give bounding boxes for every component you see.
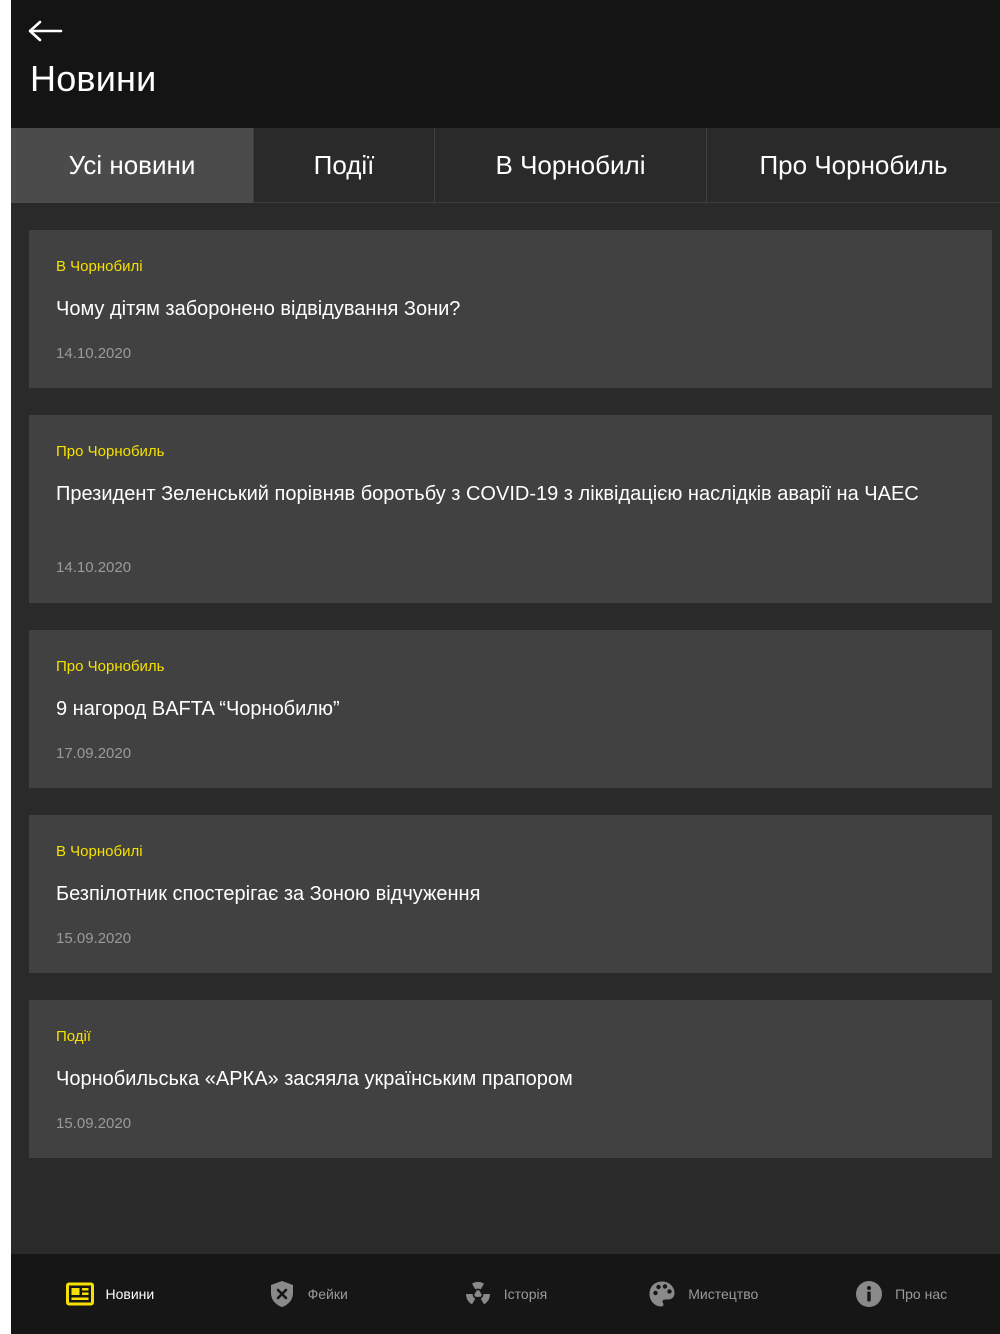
newspaper-icon: [65, 1280, 94, 1308]
news-date: 14.10.2020: [56, 559, 132, 576]
back-button[interactable]: [25, 14, 65, 48]
page-title: Новини: [30, 58, 157, 99]
news-date: 15.09.2020: [56, 1115, 132, 1132]
nav-label: Про нас: [895, 1286, 948, 1302]
nav-label: Мистецтво: [688, 1286, 759, 1302]
bottom-nav: Новини Фейки Історія Мистецтво Про нас: [11, 1254, 1000, 1334]
news-card[interactable]: В Чорнобилі Чому дітям заборонено відвід…: [29, 230, 992, 388]
tab-about-chornobyl[interactable]: Про Чорнобиль: [707, 128, 1000, 203]
news-card[interactable]: Про Чорнобиль 9 нагород BAFTA “Чорнобилю…: [29, 630, 992, 788]
news-category: В Чорнобилі: [56, 258, 143, 275]
tab-label: Про Чорнобиль: [759, 150, 948, 180]
nav-label: Історія: [503, 1286, 548, 1302]
news-category: Про Чорнобиль: [56, 443, 165, 460]
nav-item-art[interactable]: Мистецтво: [604, 1254, 802, 1334]
news-date: 17.09.2020: [56, 745, 132, 762]
news-card[interactable]: Про Чорнобиль Президент Зеленський порів…: [29, 415, 992, 603]
news-date: 14.10.2020: [56, 345, 132, 362]
news-category: Події: [56, 1028, 92, 1045]
news-title: Президент Зеленський порівняв боротьбу з…: [56, 483, 919, 505]
news-date: 15.09.2020: [56, 930, 132, 947]
nav-item-fakes[interactable]: Фейки: [209, 1254, 407, 1334]
tab-bar: Усі новини Події В Чорнобилі Про Чорноби…: [11, 128, 1000, 203]
tab-label: В Чорнобилі: [495, 150, 646, 180]
news-title: Чому дітям заборонено відвідування Зони?: [56, 298, 461, 320]
tab-in-chornobyl[interactable]: В Чорнобилі: [435, 128, 707, 203]
tab-label: Події: [313, 150, 375, 180]
nav-item-history[interactable]: Історія: [407, 1254, 605, 1334]
news-title: Безпілотник спостерігає за Зоною відчуже…: [56, 883, 481, 905]
palette-icon: [648, 1280, 676, 1308]
app-root: Новини Усі новини Події В Чорнобилі Про …: [11, 0, 1000, 1334]
news-title: Чорнобильська «АРКА» засяяла українським…: [56, 1068, 573, 1090]
news-category: Про Чорнобиль: [56, 658, 165, 675]
news-card[interactable]: Події Чорнобильська «АРКА» засяяла украї…: [29, 1000, 992, 1158]
header: Новини: [11, 0, 1000, 128]
nav-item-about[interactable]: Про нас: [802, 1254, 1000, 1334]
news-title: 9 нагород BAFTA “Чорнобилю”: [56, 698, 340, 720]
tab-all-news[interactable]: Усі новини: [11, 128, 254, 203]
info-icon: [855, 1280, 883, 1308]
radiation-icon: [464, 1280, 492, 1308]
news-category: В Чорнобилі: [56, 843, 143, 860]
tab-label: Усі новини: [68, 150, 196, 180]
tab-events[interactable]: Події: [254, 128, 435, 203]
nav-label: Фейки: [307, 1286, 348, 1302]
nav-label: Новини: [105, 1286, 155, 1302]
news-card[interactable]: В Чорнобилі Безпілотник спостерігає за З…: [29, 815, 992, 973]
shield-x-icon: [268, 1280, 296, 1308]
arrow-left-icon: [28, 20, 63, 42]
nav-item-news[interactable]: Новини: [11, 1254, 209, 1334]
